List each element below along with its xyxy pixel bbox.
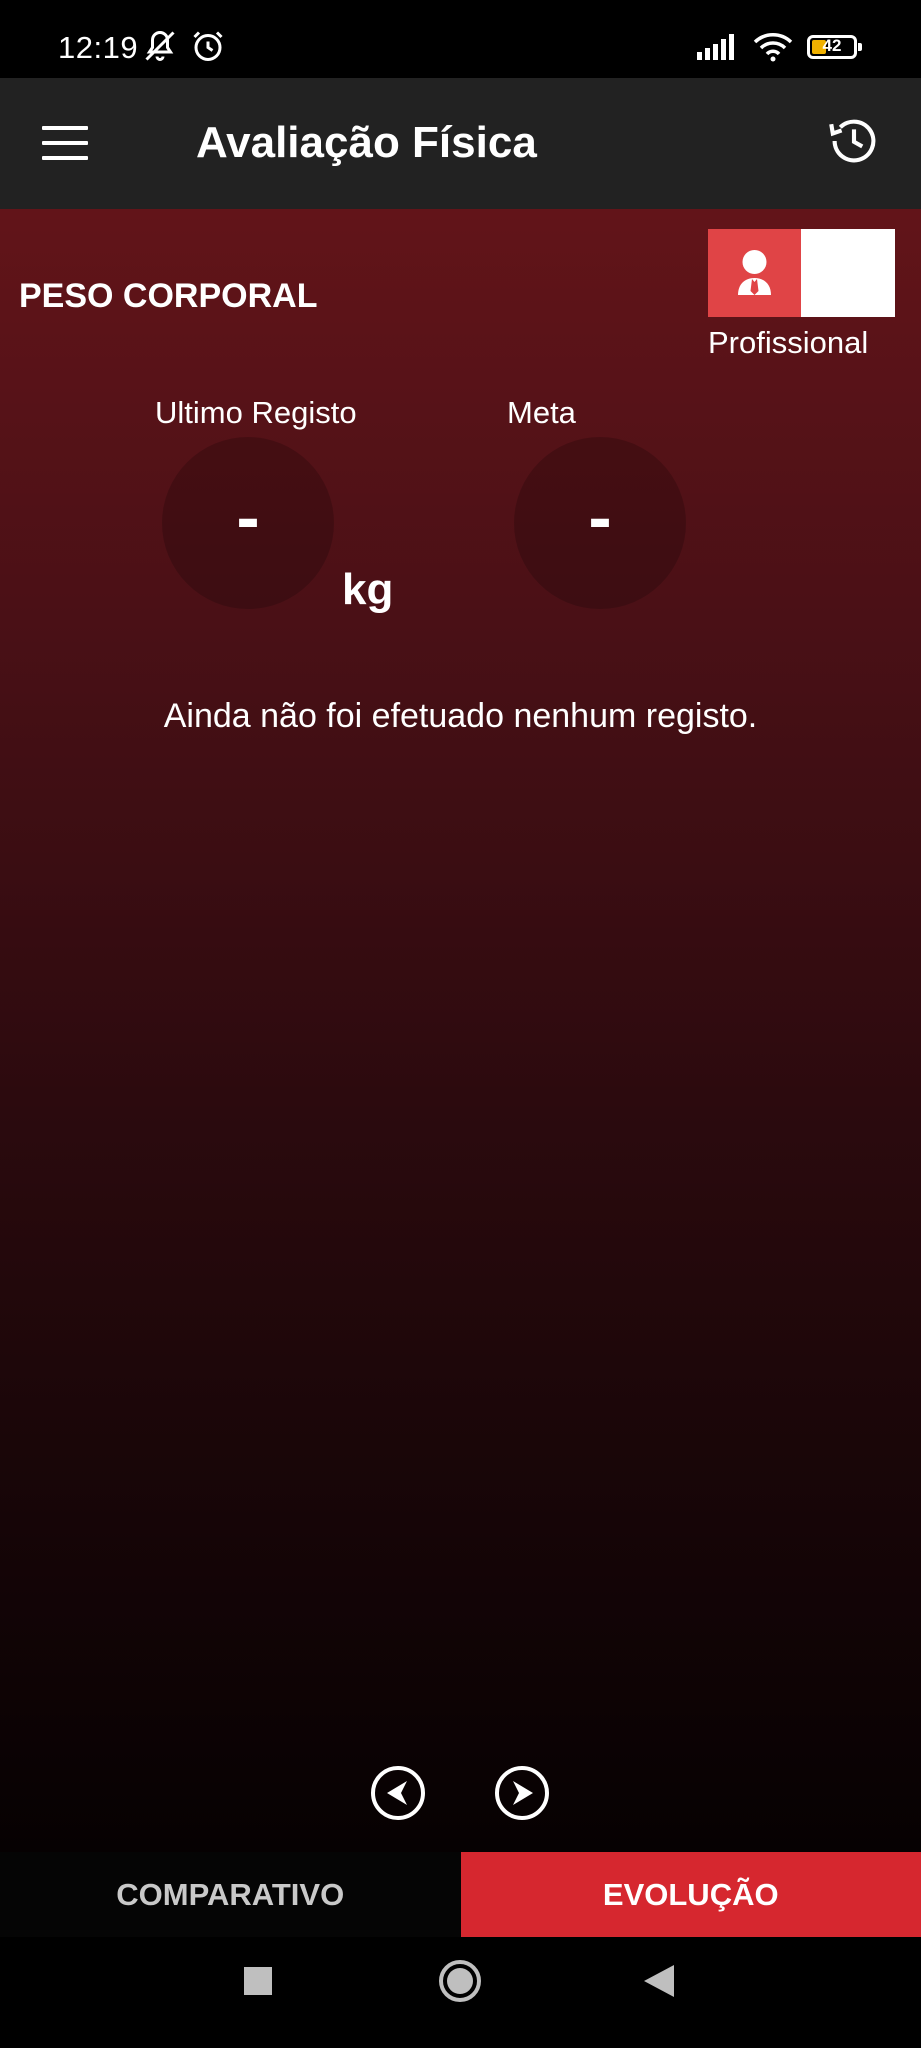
bell-off-icon (145, 30, 175, 61)
last-record-value: - (236, 478, 260, 556)
app-bar: Avaliação Física (0, 78, 921, 209)
toggle-off-segment (801, 229, 895, 317)
previous-arrow-icon[interactable] (370, 1765, 426, 1821)
page-title: Avaliação Física (196, 118, 537, 167)
signal-icon (697, 34, 734, 60)
weight-unit: kg (342, 565, 394, 614)
main-content: PESO CORPORAL Profissional Ultimo Regist… (0, 209, 921, 1852)
section-title: PESO CORPORAL (19, 277, 318, 315)
tab-comparativo[interactable]: COMPARATIVO (0, 1852, 461, 1937)
goal-value: - (588, 478, 612, 556)
last-record-label: Ultimo Registo (155, 395, 357, 430)
next-arrow-icon[interactable] (494, 1765, 550, 1821)
empty-message: Ainda não foi efetuado nenhum registo. (163, 697, 758, 735)
status-time: 12:19 (58, 30, 139, 65)
home-icon[interactable] (438, 1959, 482, 2003)
status-bar: 12:19 42 (0, 0, 921, 78)
bottom-tabs: COMPARATIVO EVOLUÇÃO (0, 1852, 921, 1937)
history-icon[interactable] (823, 110, 885, 172)
menu-icon[interactable] (42, 126, 88, 160)
status-icons-right: 42 (697, 32, 862, 62)
alarm-icon (193, 31, 223, 61)
battery-icon: 42 (807, 35, 862, 59)
system-nav-bar (0, 1937, 921, 2048)
tab-evolucao[interactable]: EVOLUÇÃO (460, 1852, 921, 1937)
professional-user-icon (738, 250, 771, 295)
wifi-icon (753, 33, 793, 62)
battery-level: 42 (822, 36, 842, 55)
back-icon[interactable] (644, 1965, 674, 1997)
toggle-on-segment (708, 229, 801, 317)
toggle-label: Profissional (708, 325, 869, 360)
recent-apps-icon[interactable] (244, 1967, 272, 1995)
professional-toggle[interactable] (708, 229, 895, 317)
goal-label: Meta (507, 395, 576, 430)
status-icons-left (142, 28, 226, 64)
